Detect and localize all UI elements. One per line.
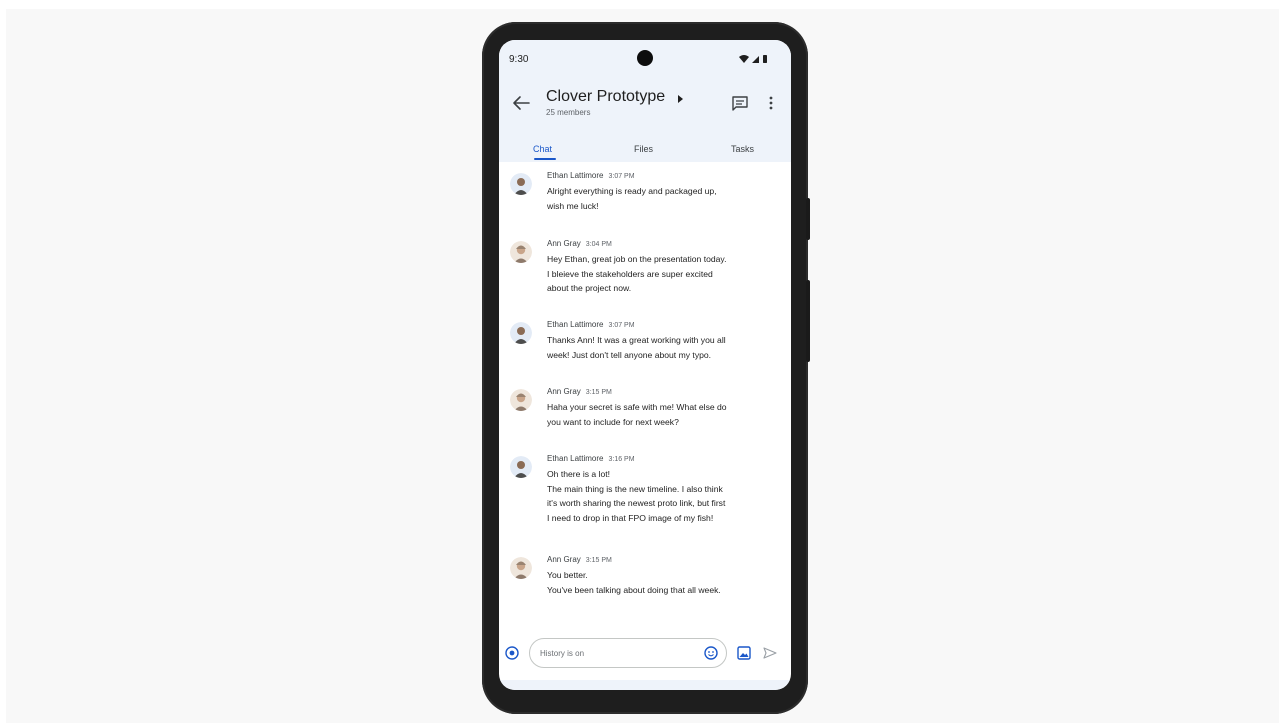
avatar: [510, 456, 532, 478]
sender-name: Ann Gray 3:15 PM: [547, 387, 612, 396]
wifi-icon: [739, 55, 749, 63]
emoji-icon[interactable]: [704, 646, 718, 660]
battery-icon: [763, 55, 767, 63]
member-count: 25 members: [546, 108, 591, 117]
avatar: [510, 389, 532, 411]
sender-name: Ethan Lattimore 3:07 PM: [547, 320, 635, 329]
message-time: 3:15 PM: [585, 557, 612, 564]
message-body: Hey Ethan, great job on the presentation…: [547, 254, 727, 294]
status-icons: [739, 55, 767, 63]
tab-chat[interactable]: Chat: [533, 144, 552, 154]
active-tab-indicator: [534, 158, 556, 160]
message-time: 3:16 PM: [608, 456, 635, 463]
message-body: You better. You've been talking about doi…: [547, 570, 721, 595]
message-body: Haha your secret is safe with me! What e…: [547, 402, 727, 427]
caret-right-icon[interactable]: [677, 94, 685, 104]
message-input[interactable]: [540, 646, 690, 660]
send-icon[interactable]: [763, 647, 777, 659]
more-vert-icon[interactable]: [767, 95, 775, 111]
group-title[interactable]: Clover Prototype: [546, 88, 665, 106]
message-time: 3:04 PM: [585, 241, 612, 248]
navigation-bar: [499, 680, 791, 690]
phone-screen: 9:30 Clover Prototype 25 members Chat Fi…: [499, 40, 791, 690]
camera-cutout: [637, 50, 653, 66]
signal-icon: [752, 56, 759, 63]
image-upload-icon[interactable]: [737, 646, 751, 660]
message-time: 3:15 PM: [585, 389, 612, 396]
sender-name: Ethan Lattimore 3:07 PM: [547, 171, 635, 180]
status-time: 9:30: [509, 54, 529, 65]
tab-files[interactable]: Files: [634, 144, 653, 154]
message-body: Alright everything is ready and packaged…: [547, 186, 717, 211]
power-button: [806, 198, 810, 240]
message-compose[interactable]: [529, 638, 727, 668]
message-body: Oh there is a lot! The main thing is the …: [547, 469, 726, 523]
sender-name: Ann Gray 3:04 PM: [547, 239, 612, 248]
add-circle-icon[interactable]: [505, 646, 519, 660]
tab-tasks[interactable]: Tasks: [731, 144, 754, 154]
avatar: [510, 173, 532, 195]
message-time: 3:07 PM: [608, 173, 635, 180]
message-time: 3:07 PM: [608, 322, 635, 329]
threads-icon[interactable]: [731, 95, 749, 111]
avatar: [510, 322, 532, 344]
sender-name: Ann Gray 3:15 PM: [547, 555, 612, 564]
avatar: [510, 241, 532, 263]
message-body: Thanks Ann! It was a great working with …: [547, 335, 726, 360]
avatar: [510, 557, 532, 579]
volume-button: [806, 280, 810, 362]
sender-name: Ethan Lattimore 3:16 PM: [547, 454, 635, 463]
back-arrow-icon[interactable]: [511, 94, 531, 112]
